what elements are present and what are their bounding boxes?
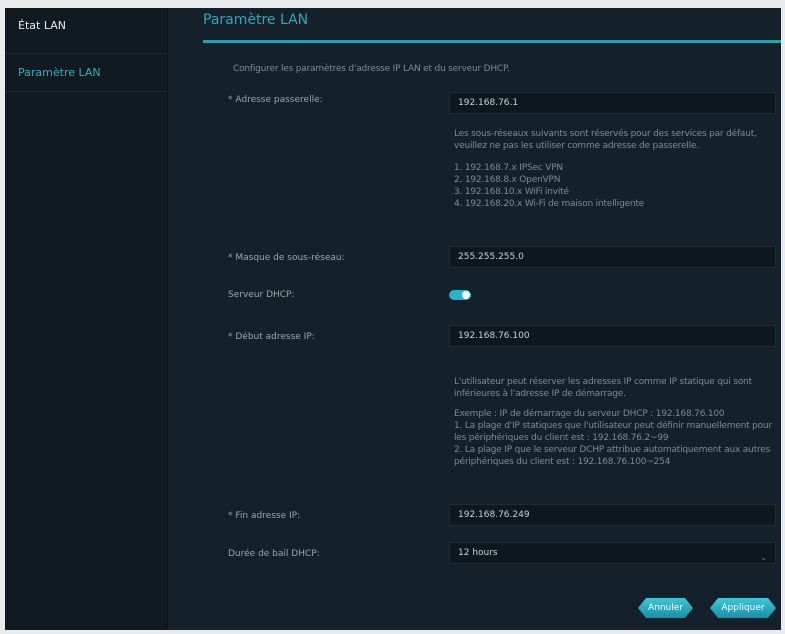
start-ip-label: * Début adresse IP:	[228, 332, 315, 342]
static-ip-info: L'utilisateur peut réserver les adresses…	[454, 376, 776, 468]
apply-button[interactable]: Appliquer	[710, 598, 776, 618]
reserved-subnets-info: Les sous-réseaux suivants sont réservés …	[454, 128, 776, 210]
chevron-down-icon: ⌄	[760, 553, 767, 562]
info-line: 2. 192.168.8.x OpenVPN	[454, 175, 561, 185]
lan-settings-window: État LAN Paramètre LAN Paramètre LAN Con…	[5, 8, 781, 630]
tab-lan-settings[interactable]: Paramètre LAN	[203, 12, 308, 28]
info-line: 1. La plage d'IP statiques que l'utilisa…	[454, 421, 772, 443]
info-line: 4. 192.168.20.x Wi-Fi de maison intellig…	[454, 199, 645, 209]
sidebar-item-lan-settings[interactable]: Paramètre LAN	[5, 54, 167, 92]
lease-time-value: 12 hours	[458, 548, 498, 558]
dhcp-server-label: Serveur DHCP:	[228, 290, 295, 300]
start-ip-input[interactable]	[449, 325, 776, 347]
info-line: Les sous-réseaux suivants sont réservés …	[454, 129, 757, 151]
info-line: 2. La plage IP que le serveur DCHP attri…	[454, 445, 771, 467]
end-ip-input[interactable]	[449, 504, 776, 526]
info-line: L'utilisateur peut réserver les adresses…	[454, 377, 752, 399]
intro-text: Configurer les paramètres d'adresse IP L…	[233, 64, 510, 74]
info-line: 1. 192.168.7.x IPSec VPN	[454, 163, 563, 173]
subnet-mask-input[interactable]	[449, 246, 776, 268]
info-line: Exemple : IP de démarrage du serveur DHC…	[454, 409, 725, 419]
subnet-mask-label: * Masque de sous-réseau:	[228, 253, 345, 263]
gateway-input[interactable]	[449, 92, 776, 114]
lease-time-label: Durée de bail DHCP:	[228, 549, 320, 559]
lease-time-select[interactable]: 12 hours ⌄	[449, 542, 776, 564]
dhcp-server-toggle[interactable]	[449, 290, 471, 300]
end-ip-label: * Fin adresse IP:	[228, 511, 301, 521]
gateway-label: * Adresse passerelle:	[228, 95, 323, 105]
sidebar: État LAN Paramètre LAN	[5, 8, 168, 630]
cancel-button[interactable]: Annuler	[638, 598, 693, 618]
tab-underline	[203, 40, 781, 43]
info-line: 3. 192.168.10.x WiFi invité	[454, 187, 569, 197]
sidebar-item-lan-status[interactable]: État LAN	[5, 8, 167, 54]
